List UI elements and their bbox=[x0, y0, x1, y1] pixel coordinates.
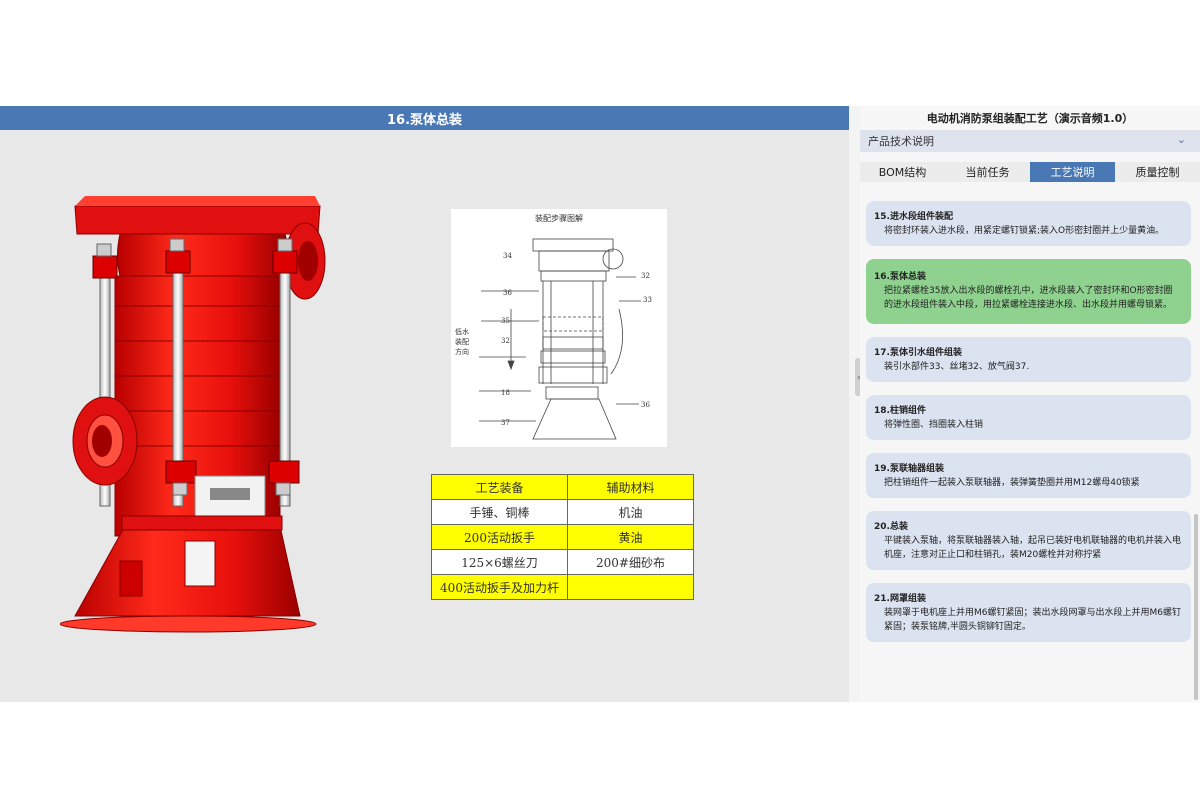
table-header-row: 工艺装备 辅助材料 bbox=[431, 474, 694, 500]
step-desc: 装引水部件33、丝堵32、放气阀37. bbox=[884, 362, 1030, 372]
diagram-side-text: 低水 bbox=[455, 328, 469, 336]
side-panel-title: 电动机消防泵组装配工艺（演示音频1.0） bbox=[860, 106, 1200, 130]
step-desc: 平键装入泵轴，将泵联轴器装入轴，起吊已装好电机联轴器的电机并装入电机座，注意对正… bbox=[884, 536, 1182, 560]
table-cell: 400活动扳手及加力杆 bbox=[431, 574, 568, 600]
step-title: 19.泵联轴器组装 bbox=[874, 464, 944, 474]
panel-splitter[interactable] bbox=[849, 106, 860, 702]
diagram-label: 34 bbox=[503, 252, 512, 260]
diagram-label: 32 bbox=[501, 337, 510, 345]
step-card[interactable]: 15.进水段组件装配 将密封环装入进水段，用紧定螺钉锁紧;装入O形密封圈并上少量… bbox=[866, 201, 1191, 246]
step-card[interactable]: 17.泵体引水组件组装 装引水部件33、丝堵32、放气阀37. bbox=[866, 337, 1191, 382]
table-cell: 125×6螺丝刀 bbox=[431, 549, 568, 575]
tools-table: 工艺装备 辅助材料 手锤、铜棒 机油 200活动扳手 黄油 125×6螺丝刀 2… bbox=[431, 474, 694, 600]
step-title: 18.柱销组件 bbox=[874, 406, 926, 416]
diagram-label: 36 bbox=[503, 289, 512, 297]
diagram-side-text: 方向 bbox=[455, 348, 469, 356]
assembly-diagram: 装配步骤图解 34 32 36 33 35 32 18 37 36 低水 装配 … bbox=[451, 209, 667, 447]
diagram-label: 37 bbox=[501, 419, 510, 427]
tab-bar: BOM结构 当前任务 工艺说明 质量控制 bbox=[860, 162, 1200, 182]
step-card-active[interactable]: 16.泵体总装 把拉紧螺栓35放入出水段的螺栓孔中，进水段装入了密封环和O形密封… bbox=[866, 259, 1191, 324]
step-desc: 将弹性圈、挡圈装入柱销 bbox=[884, 420, 984, 430]
diagram-label: 18 bbox=[501, 389, 510, 397]
table-row: 125×6螺丝刀 200#细砂布 bbox=[431, 549, 694, 575]
table-header: 工艺装备 bbox=[431, 474, 568, 500]
step-card[interactable]: 21.网罩组装 装网罩于电机座上并用M6螺钉紧固；装出水段网罩与出水段上并用M6… bbox=[866, 583, 1191, 642]
product-tech-label: 产品技术说明 bbox=[868, 135, 934, 148]
process-step-list[interactable]: 15.进水段组件装配 将密封环装入进水段，用紧定螺钉锁紧;装入O形密封圈并上少量… bbox=[866, 201, 1191, 701]
step-title: 15.进水段组件装配 bbox=[874, 212, 953, 222]
diagram-side-text: 装配 bbox=[455, 338, 469, 346]
table-row: 200活动扳手 黄油 bbox=[431, 524, 694, 550]
diagram-label: 35 bbox=[501, 317, 510, 325]
chevron-down-icon[interactable]: ⌄ bbox=[1177, 133, 1186, 146]
table-cell bbox=[567, 574, 694, 600]
main-title: 16.泵体总装 bbox=[0, 106, 849, 130]
step-card[interactable]: 20.总装 平键装入泵轴，将泵联轴器装入轴，起吊已装好电机联轴器的电机并装入电机… bbox=[866, 511, 1191, 570]
step-desc: 把柱销组件一起装入泵联轴器，装弹簧垫圈并用M12螺母40锁紧 bbox=[884, 478, 1140, 488]
tab-process[interactable]: 工艺说明 bbox=[1030, 162, 1115, 182]
table-cell: 手锤、铜棒 bbox=[431, 499, 568, 525]
table-cell: 机油 bbox=[567, 499, 694, 525]
step-card[interactable]: 19.泵联轴器组装 把柱销组件一起装入泵联轴器，装弹簧垫圈并用M12螺母40锁紧 bbox=[866, 453, 1191, 498]
table-row: 手锤、铜棒 机油 bbox=[431, 499, 694, 525]
step-title: 20.总装 bbox=[874, 522, 908, 532]
step-desc: 把拉紧螺栓35放入出水段的螺栓孔中，进水段装入了密封环和O形密封圈的进水段组件装… bbox=[884, 286, 1173, 310]
tab-bom[interactable]: BOM结构 bbox=[860, 162, 945, 182]
table-cell: 黄油 bbox=[567, 524, 694, 550]
scrollbar-thumb[interactable] bbox=[1194, 514, 1198, 700]
step-desc: 将密封环装入进水段，用紧定螺钉锁紧;装入O形密封圈并上少量黄油。 bbox=[884, 226, 1165, 236]
step-title: 21.网罩组装 bbox=[874, 594, 926, 604]
main-panel: 16.泵体总装 装配步骤图解 34 32 36 33 35 32 18 37 3… bbox=[0, 106, 849, 702]
step-title: 16.泵体总装 bbox=[874, 272, 926, 282]
table-cell: 200#细砂布 bbox=[567, 549, 694, 575]
product-tech-header[interactable]: 产品技术说明 ⌄ bbox=[860, 130, 1200, 152]
diagram-label: 33 bbox=[643, 296, 652, 304]
diagram-label: 32 bbox=[641, 272, 650, 280]
step-card[interactable]: 18.柱销组件 将弹性圈、挡圈装入柱销 bbox=[866, 395, 1191, 440]
tab-current-task[interactable]: 当前任务 bbox=[945, 162, 1030, 182]
step-desc: 装网罩于电机座上并用M6螺钉紧固；装出水段网罩与出水段上并用M6螺钉紧固；装泵铭… bbox=[884, 608, 1181, 632]
pump-3d-model[interactable] bbox=[59, 196, 340, 646]
side-panel: 电动机消防泵组装配工艺（演示音频1.0） 产品技术说明 ⌄ BOM结构 当前任务… bbox=[860, 106, 1200, 702]
diagram-label: 36 bbox=[641, 401, 650, 409]
step-title: 17.泵体引水组件组装 bbox=[874, 348, 962, 358]
table-header: 辅助材料 bbox=[567, 474, 694, 500]
tab-quality[interactable]: 质量控制 bbox=[1115, 162, 1200, 182]
table-cell: 200活动扳手 bbox=[431, 524, 568, 550]
table-row: 400活动扳手及加力杆 bbox=[431, 574, 694, 600]
